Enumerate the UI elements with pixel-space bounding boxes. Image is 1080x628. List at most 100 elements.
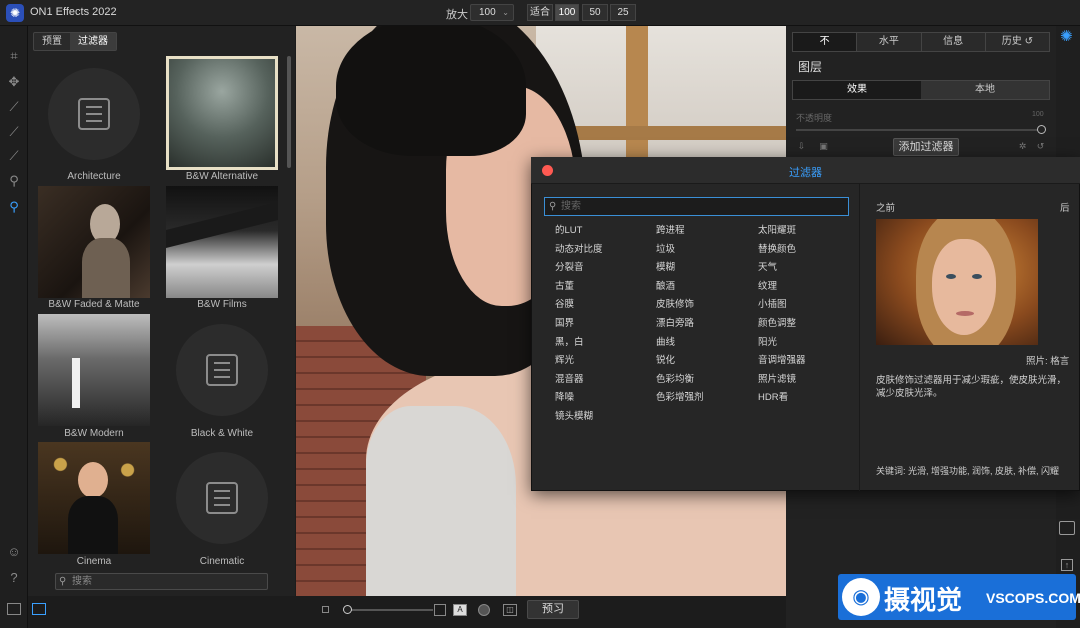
compare-icon[interactable]: ◫ [503, 604, 517, 616]
zoom-preset-100[interactable]: 100 [555, 4, 579, 21]
layers-title: 图层 [798, 60, 823, 74]
tab-presets[interactable]: 预置 [34, 33, 70, 50]
filter-item[interactable]: 照片滤镜 [758, 371, 796, 385]
crop-icon[interactable]: ⌗ [6, 48, 22, 64]
zoom-slider-knob[interactable] [343, 605, 352, 614]
filter-item[interactable]: 古董 [555, 278, 574, 292]
text-overlay-icon[interactable]: A [453, 604, 467, 616]
tab-info[interactable]: 信息 [921, 33, 986, 51]
thumb-cinematic[interactable] [166, 442, 278, 554]
browser-search-input[interactable]: ⚲ 搜索 [55, 573, 268, 590]
filter-item[interactable]: 阳光 [758, 334, 777, 348]
brush-icon[interactable]: ⟋ [6, 99, 22, 115]
masking-brush-icon[interactable]: ⟋ [6, 124, 22, 140]
tab-local[interactable]: 本地 [921, 81, 1049, 99]
filter-item[interactable]: 混音器 [555, 371, 584, 385]
tab-effects[interactable]: 效果 [793, 81, 921, 99]
thumb-bw-modern[interactable] [38, 314, 150, 426]
large-view-icon[interactable] [434, 604, 446, 616]
zoom-tool-icon[interactable]: ⚲ [6, 199, 22, 215]
small-view-icon[interactable] [322, 606, 329, 613]
filter-item[interactable]: 镜头模糊 [555, 408, 593, 422]
filter-search-input[interactable]: ⚲ 搜索 [544, 197, 849, 216]
filter-item[interactable]: 谷膜 [555, 296, 574, 310]
opacity-slider-track[interactable] [796, 129, 1040, 131]
line-mask-icon[interactable]: ⟋ [6, 148, 22, 164]
tab-none[interactable]: 不 [793, 33, 858, 51]
filter-item[interactable]: 黑，白 [555, 334, 584, 348]
filter-item[interactable]: 太阳耀斑 [758, 222, 796, 236]
thumb-black-white[interactable] [166, 314, 278, 426]
filter-item[interactable]: 动态对比度 [555, 241, 603, 255]
import-icon[interactable]: ⇩ [796, 141, 807, 152]
thumb-architecture[interactable] [38, 58, 150, 170]
thumb-label: B&W Faded & Matte [48, 299, 140, 310]
filter-item[interactable]: 天气 [758, 259, 777, 273]
filter-item[interactable]: 小插图 [758, 296, 787, 310]
opacity-value: 100 [1032, 111, 1044, 118]
browser-toggle-icon[interactable] [32, 603, 46, 615]
tab-history[interactable]: 历史 ↺ [985, 33, 1049, 51]
mask-view-icon[interactable] [478, 604, 490, 616]
settings-icon[interactable]: ✲ [1017, 141, 1028, 152]
watermark-en: VSCOPS.COM [986, 590, 1080, 606]
browser-scrollbar[interactable] [287, 56, 291, 168]
photo-credit: 照片: 格言 [1026, 356, 1070, 367]
filter-item[interactable]: 音调增强器 [758, 352, 806, 366]
search-icon: ⚲ [59, 576, 67, 587]
filter-item[interactable]: 锐化 [656, 352, 675, 366]
filter-sliders-icon [78, 98, 110, 130]
browser-tabs: 预置 过滤器 [33, 32, 117, 51]
filter-item[interactable]: 酿酒 [656, 278, 675, 292]
move-icon[interactable]: ✥ [6, 74, 22, 90]
filter-item[interactable]: 的LUT [555, 222, 582, 236]
filter-item[interactable]: 色彩增强剂 [656, 389, 704, 403]
filter-item[interactable]: 替换颜色 [758, 241, 796, 255]
add-filter-button[interactable]: 添加过滤器 [893, 138, 959, 156]
save-preset-icon[interactable]: ▣ [818, 141, 829, 152]
reset-icon[interactable]: ↺ [1035, 141, 1046, 152]
filter-item[interactable]: 辉光 [555, 352, 574, 366]
thumb-bw-faded-matte[interactable] [38, 186, 150, 298]
zoom-preset-50[interactable]: 50 [582, 4, 608, 21]
filter-item[interactable]: 降噪 [555, 389, 574, 403]
tab-filters[interactable]: 过滤器 [70, 33, 116, 50]
filter-keywords: 关键词: 光滑, 增强功能, 润饰, 皮肤, 补偿, 闪耀 [876, 466, 1060, 476]
filter-item[interactable]: 模糊 [656, 259, 675, 273]
filter-item[interactable]: HDR看 [758, 389, 788, 403]
zoom-preset-25[interactable]: 25 [610, 4, 636, 21]
share-icon[interactable]: ↑ [1061, 559, 1073, 571]
panel-toggle-icon[interactable] [7, 603, 21, 615]
tab-levels[interactable]: 水平 [857, 33, 922, 51]
help-icon[interactable]: ? [6, 570, 22, 586]
filter-item[interactable]: 漂白旁路 [656, 315, 694, 329]
filter-item[interactable]: 曲线 [656, 334, 675, 348]
filter-item[interactable]: 皮肤修饰 [656, 296, 694, 310]
preview-button[interactable]: 预习 [527, 600, 579, 619]
opacity-slider-knob[interactable] [1037, 125, 1046, 134]
undo-icon: ↺ [1024, 36, 1033, 47]
zoom-select[interactable]: 100 ⌄ [470, 4, 514, 21]
filter-item[interactable]: 纹理 [758, 278, 777, 292]
user-icon[interactable]: ☺ [6, 544, 22, 560]
thumb-cinema[interactable] [38, 442, 150, 554]
fit-button[interactable]: 适合 [527, 4, 553, 21]
filter-item[interactable]: 跨进程 [656, 222, 685, 236]
effects-gear-icon[interactable]: ✺ [1060, 27, 1073, 45]
filter-item[interactable]: 垃圾 [656, 241, 675, 255]
thumb-label: Black & White [190, 428, 254, 439]
thumb-label: Cinematic [199, 556, 245, 567]
print-icon[interactable] [1059, 521, 1075, 535]
filter-sliders-icon [206, 482, 238, 514]
retouch-icon[interactable]: ⚲ [6, 173, 22, 189]
dialog-title: 过滤器 [789, 167, 822, 179]
close-icon[interactable] [542, 165, 553, 176]
filter-item[interactable]: 国界 [555, 315, 574, 329]
filter-item[interactable]: 颜色调整 [758, 315, 796, 329]
watermark-logo-icon: ◉ [842, 578, 880, 616]
thumb-bw-films[interactable] [166, 186, 278, 298]
thumb-bw-alternative[interactable] [166, 56, 278, 170]
filter-item[interactable]: 分裂音 [555, 259, 584, 273]
zoom-slider-track[interactable] [343, 609, 433, 611]
filter-item[interactable]: 色彩均衡 [656, 371, 694, 385]
